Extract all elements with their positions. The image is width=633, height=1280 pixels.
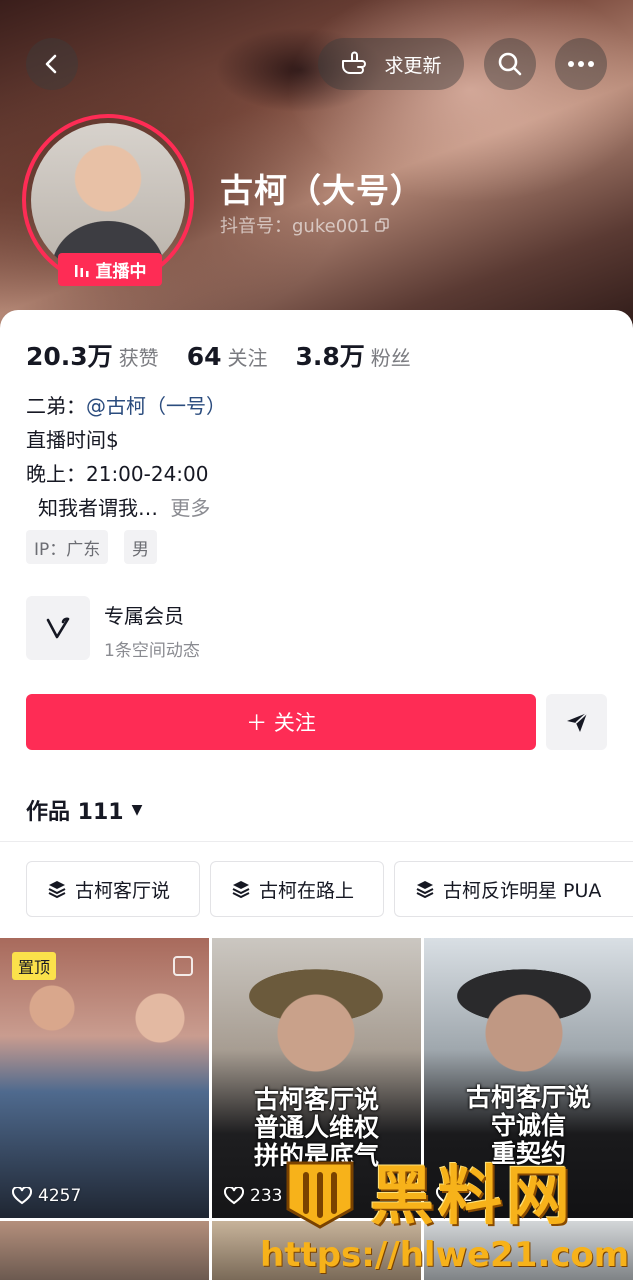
- more-button[interactable]: [555, 38, 607, 90]
- collection-label: 古柯客厅说: [75, 879, 171, 902]
- stat-likes-value: 20.3万: [26, 342, 113, 371]
- request-update-button[interactable]: 求更新: [318, 38, 464, 90]
- bio-line-1: 二弟：@古柯（一号）: [26, 390, 226, 419]
- watermark-url: https://hlwe21.com: [260, 1235, 630, 1275]
- request-update-label: 求更新: [384, 54, 442, 77]
- member-title[interactable]: 专属会员: [104, 600, 184, 629]
- collection-chip-2[interactable]: 古柯在路上: [210, 861, 384, 917]
- collection-chip-3[interactable]: 古柯反诈明星 PUA: [394, 861, 633, 917]
- douyin-id[interactable]: 抖音号：guke001: [220, 212, 390, 238]
- back-arrow-icon: [45, 54, 57, 74]
- profile-name: 古柯（大号）: [220, 171, 424, 210]
- collection-label: 古柯在路上: [259, 879, 355, 902]
- watermark-logo-icon: [286, 1161, 354, 1229]
- stat-likes[interactable]: 20.3万 获赞: [26, 337, 159, 373]
- stat-followers-value: 3.8万: [295, 342, 365, 371]
- bio-line-3: 晚上：21:00-24:00: [26, 462, 209, 486]
- more-dots-icon: [568, 61, 594, 67]
- stat-followers-label: 粉丝: [370, 346, 411, 370]
- v-logo-icon: [46, 617, 70, 639]
- copy-icon: [375, 218, 389, 232]
- bio-mention-link[interactable]: @古柯（一号）: [86, 394, 226, 418]
- bio-prefix: 二弟：: [26, 394, 86, 418]
- stat-following-label: 关注: [227, 346, 268, 370]
- stat-following-value: 64: [186, 342, 222, 371]
- watermark-title: 黑料网: [370, 1160, 574, 1234]
- collection-chip-1[interactable]: 古柯客厅说: [26, 861, 200, 917]
- video-likes-count: 4257: [38, 1186, 82, 1206]
- member-subtitle: 1条空间动态: [104, 641, 200, 661]
- video-caption-line: 古柯客厅说: [253, 1085, 379, 1114]
- member-logo[interactable]: [26, 596, 90, 660]
- caret-down-icon: ▼: [131, 802, 143, 818]
- bio-line-4: 知我者谓我… 更多: [38, 492, 210, 521]
- layers-icon: [416, 881, 434, 899]
- bio-more-link[interactable]: 更多: [170, 496, 210, 520]
- video-caption-line: 守诚信: [490, 1111, 566, 1140]
- heart-icon: [12, 1187, 32, 1205]
- video-tile-4[interactable]: [0, 1221, 209, 1280]
- video-likes: 4257: [12, 1186, 81, 1206]
- select-checkbox-icon: [173, 956, 193, 976]
- collection-label: 古柯反诈明星 PUA: [443, 879, 602, 902]
- works-tab[interactable]: 作品 111 ▼: [26, 794, 142, 826]
- search-button[interactable]: [484, 38, 536, 90]
- send-message-button[interactable]: [546, 694, 607, 750]
- stat-likes-label: 获赞: [118, 346, 159, 370]
- douyin-id-text: 抖音号：guke001: [220, 216, 371, 237]
- bio-line-2: 直播时间$: [26, 428, 119, 452]
- layers-icon: [48, 881, 66, 899]
- pinned-badge: 置顶: [12, 952, 57, 980]
- gender-tag: 男: [124, 530, 157, 564]
- watermark: 黑料网 https://hlwe21.com: [260, 1145, 633, 1280]
- follow-label: ＋ 关注: [246, 711, 316, 735]
- stat-followers[interactable]: 3.8万 粉丝: [295, 337, 410, 373]
- video-tile-1[interactable]: 置顶 4257: [0, 938, 209, 1218]
- divider: [0, 841, 633, 842]
- video-caption-line: 古柯客厅说: [465, 1083, 591, 1112]
- live-label: 直播中: [95, 262, 147, 282]
- live-bars-icon: [74, 264, 88, 277]
- layers-icon: [232, 881, 250, 899]
- paper-plane-icon: [566, 712, 588, 732]
- bio-truncated-text: 知我者谓我…: [38, 496, 158, 520]
- works-tab-label: 作品 111: [26, 800, 124, 825]
- heart-icon: [224, 1187, 244, 1205]
- hand-pointer-icon: [342, 51, 367, 74]
- stats-row: 20.3万 获赞 64 关注 3.8万 粉丝: [26, 337, 439, 373]
- ip-location-tag: IP：广东: [26, 530, 109, 564]
- back-button[interactable]: [26, 38, 78, 90]
- follow-button[interactable]: ＋ 关注: [26, 694, 536, 750]
- search-icon: [498, 52, 522, 76]
- stat-following[interactable]: 64 关注: [187, 342, 268, 371]
- video-caption-line: 普通人维权: [253, 1113, 379, 1142]
- live-badge[interactable]: 直播中: [58, 253, 162, 286]
